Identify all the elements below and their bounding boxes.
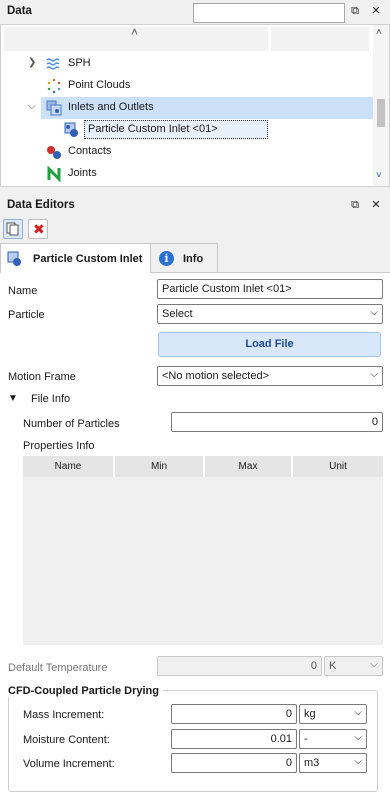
particle-inlet-icon bbox=[7, 251, 21, 266]
mass-increment-label: Mass Increment: bbox=[23, 709, 105, 721]
data-tree: ˄ ❯ SPH Point Clouds ⌵ Inlets and Outlet… bbox=[0, 24, 390, 187]
volume-increment-unit: m3 bbox=[304, 757, 320, 769]
chevron-down-icon[interactable]: ⌵ bbox=[28, 101, 36, 112]
properties-table-body bbox=[23, 477, 383, 645]
chevron-down-icon: ⌵ bbox=[354, 732, 362, 743]
tree-item-label: SPH bbox=[68, 57, 91, 69]
scroll-down-icon[interactable]: ˅ bbox=[376, 170, 382, 181]
contacts-icon bbox=[47, 146, 61, 159]
point-cloud-icon bbox=[47, 78, 61, 94]
chevron-down-icon: ⌵ bbox=[354, 756, 362, 767]
moisture-content-unit: - bbox=[304, 733, 308, 745]
tree-item-sph[interactable]: ❯ SPH bbox=[1, 53, 373, 75]
tree-item-contacts[interactable]: Contacts bbox=[1, 141, 373, 163]
chevron-down-icon: ⌵ bbox=[370, 307, 378, 318]
scroll-up-icon[interactable]: ˄ bbox=[376, 27, 382, 38]
default-temp-label: Default Temperature bbox=[8, 662, 108, 674]
sph-waves-icon bbox=[46, 58, 60, 70]
particle-select[interactable]: Select ⌵ bbox=[157, 304, 383, 324]
tab-particle-custom-inlet[interactable]: Particle Custom Inlet bbox=[0, 243, 151, 274]
tree-item-label: Joints bbox=[68, 167, 97, 179]
chevron-down-icon: ⌵ bbox=[370, 659, 378, 670]
particle-inlet-icon bbox=[64, 122, 78, 137]
default-temp-field[interactable]: 0 bbox=[157, 656, 322, 676]
data-panel-header: Data ⧉ ✕ bbox=[0, 0, 390, 24]
inlets-outlets-icon bbox=[46, 100, 62, 116]
default-temp-unit-select[interactable]: K ⌵ bbox=[324, 656, 383, 676]
chevron-right-icon[interactable]: ❯ bbox=[28, 57, 36, 68]
column-min[interactable]: Min bbox=[115, 456, 203, 477]
num-particles-label: Number of Particles bbox=[23, 418, 120, 430]
moisture-content-field[interactable]: 0.01 bbox=[171, 729, 297, 749]
volume-increment-unit-select[interactable]: m3 ⌵ bbox=[299, 753, 367, 773]
file-info-section-toggle[interactable]: ▼ File Info bbox=[8, 392, 128, 408]
mass-increment-unit-select[interactable]: kg ⌵ bbox=[299, 704, 367, 724]
close-icon[interactable]: ✕ bbox=[369, 198, 383, 212]
particle-select-value: Select bbox=[162, 308, 193, 320]
mass-increment-field[interactable]: 0 bbox=[171, 704, 297, 724]
tree-item-label: Point Clouds bbox=[68, 79, 131, 91]
triangle-down-icon: ▼ bbox=[8, 393, 18, 404]
tree-item-inlets-outlets[interactable]: ⌵ Inlets and Outlets bbox=[28, 97, 373, 119]
properties-info-label: Properties Info bbox=[23, 440, 95, 452]
scrollbar-thumb[interactable] bbox=[377, 99, 385, 127]
delete-x-icon: ✖ bbox=[33, 221, 45, 237]
copy-button[interactable] bbox=[3, 219, 23, 239]
delete-button[interactable]: ✖ bbox=[28, 219, 48, 239]
tree-item-label: Contacts bbox=[68, 145, 112, 157]
editors-panel-title: Data Editors bbox=[7, 199, 75, 211]
default-temp-unit-value: K bbox=[329, 660, 337, 672]
motion-frame-select[interactable]: <No motion selected> ⌵ bbox=[157, 366, 383, 386]
motion-frame-label: Motion Frame bbox=[8, 371, 76, 383]
file-info-label: File Info bbox=[31, 393, 71, 405]
column-name[interactable]: Name bbox=[23, 456, 113, 477]
tree-item-particle-custom-inlet[interactable]: Particle Custom Inlet <01> bbox=[1, 119, 373, 141]
float-window-icon[interactable]: ⧉ bbox=[348, 4, 362, 18]
copy-icon bbox=[6, 222, 19, 236]
num-particles-field[interactable]: 0 bbox=[171, 412, 383, 432]
editor-tabs: Particle Custom Inlet i Info bbox=[0, 243, 390, 274]
tree-item-label: Inlets and Outlets bbox=[68, 101, 154, 113]
cfd-drying-title: CFD-Coupled Particle Drying bbox=[8, 685, 163, 697]
column-max[interactable]: Max bbox=[205, 456, 291, 477]
close-icon[interactable]: ✕ bbox=[369, 4, 383, 18]
tree-scrollbar[interactable]: ˄ ˅ bbox=[373, 25, 389, 186]
column-unit[interactable]: Unit bbox=[293, 456, 383, 477]
chevron-down-icon: ⌵ bbox=[370, 369, 378, 380]
volume-increment-field[interactable]: 0 bbox=[171, 753, 297, 773]
moisture-content-label: Moisture Content: bbox=[23, 734, 110, 746]
name-label: Name bbox=[8, 285, 38, 297]
tree-scroll-up-area[interactable]: ˄ bbox=[4, 25, 268, 51]
tree-item-joints[interactable]: Joints bbox=[1, 163, 373, 185]
chevron-up-icon[interactable]: ˄ bbox=[131, 25, 138, 39]
joints-icon bbox=[47, 166, 61, 182]
volume-increment-label: Volume Increment: bbox=[23, 758, 115, 770]
tab-info[interactable]: i Info bbox=[151, 243, 218, 273]
tab-label: Info bbox=[183, 253, 204, 265]
motion-frame-value: <No motion selected> bbox=[162, 370, 270, 382]
data-search-input[interactable] bbox=[193, 3, 345, 23]
particle-label: Particle bbox=[8, 309, 45, 321]
float-window-icon[interactable]: ⧉ bbox=[348, 198, 362, 212]
tree-item-point-clouds[interactable]: Point Clouds bbox=[1, 75, 373, 97]
load-file-button[interactable]: Load File bbox=[158, 332, 381, 357]
tree-column-header bbox=[271, 27, 369, 51]
tree-item-label: Particle Custom Inlet <01> bbox=[88, 123, 218, 135]
moisture-content-unit-select[interactable]: - ⌵ bbox=[299, 729, 367, 749]
data-panel-title: Data bbox=[7, 5, 32, 17]
editors-panel-header: Data Editors ⧉ ✕ bbox=[0, 194, 390, 218]
name-field[interactable]: Particle Custom Inlet <01> bbox=[157, 279, 383, 299]
chevron-down-icon: ⌵ bbox=[354, 707, 362, 718]
tab-label: Particle Custom Inlet bbox=[33, 253, 143, 265]
info-icon: i bbox=[159, 251, 174, 266]
mass-increment-unit: kg bbox=[304, 708, 316, 720]
